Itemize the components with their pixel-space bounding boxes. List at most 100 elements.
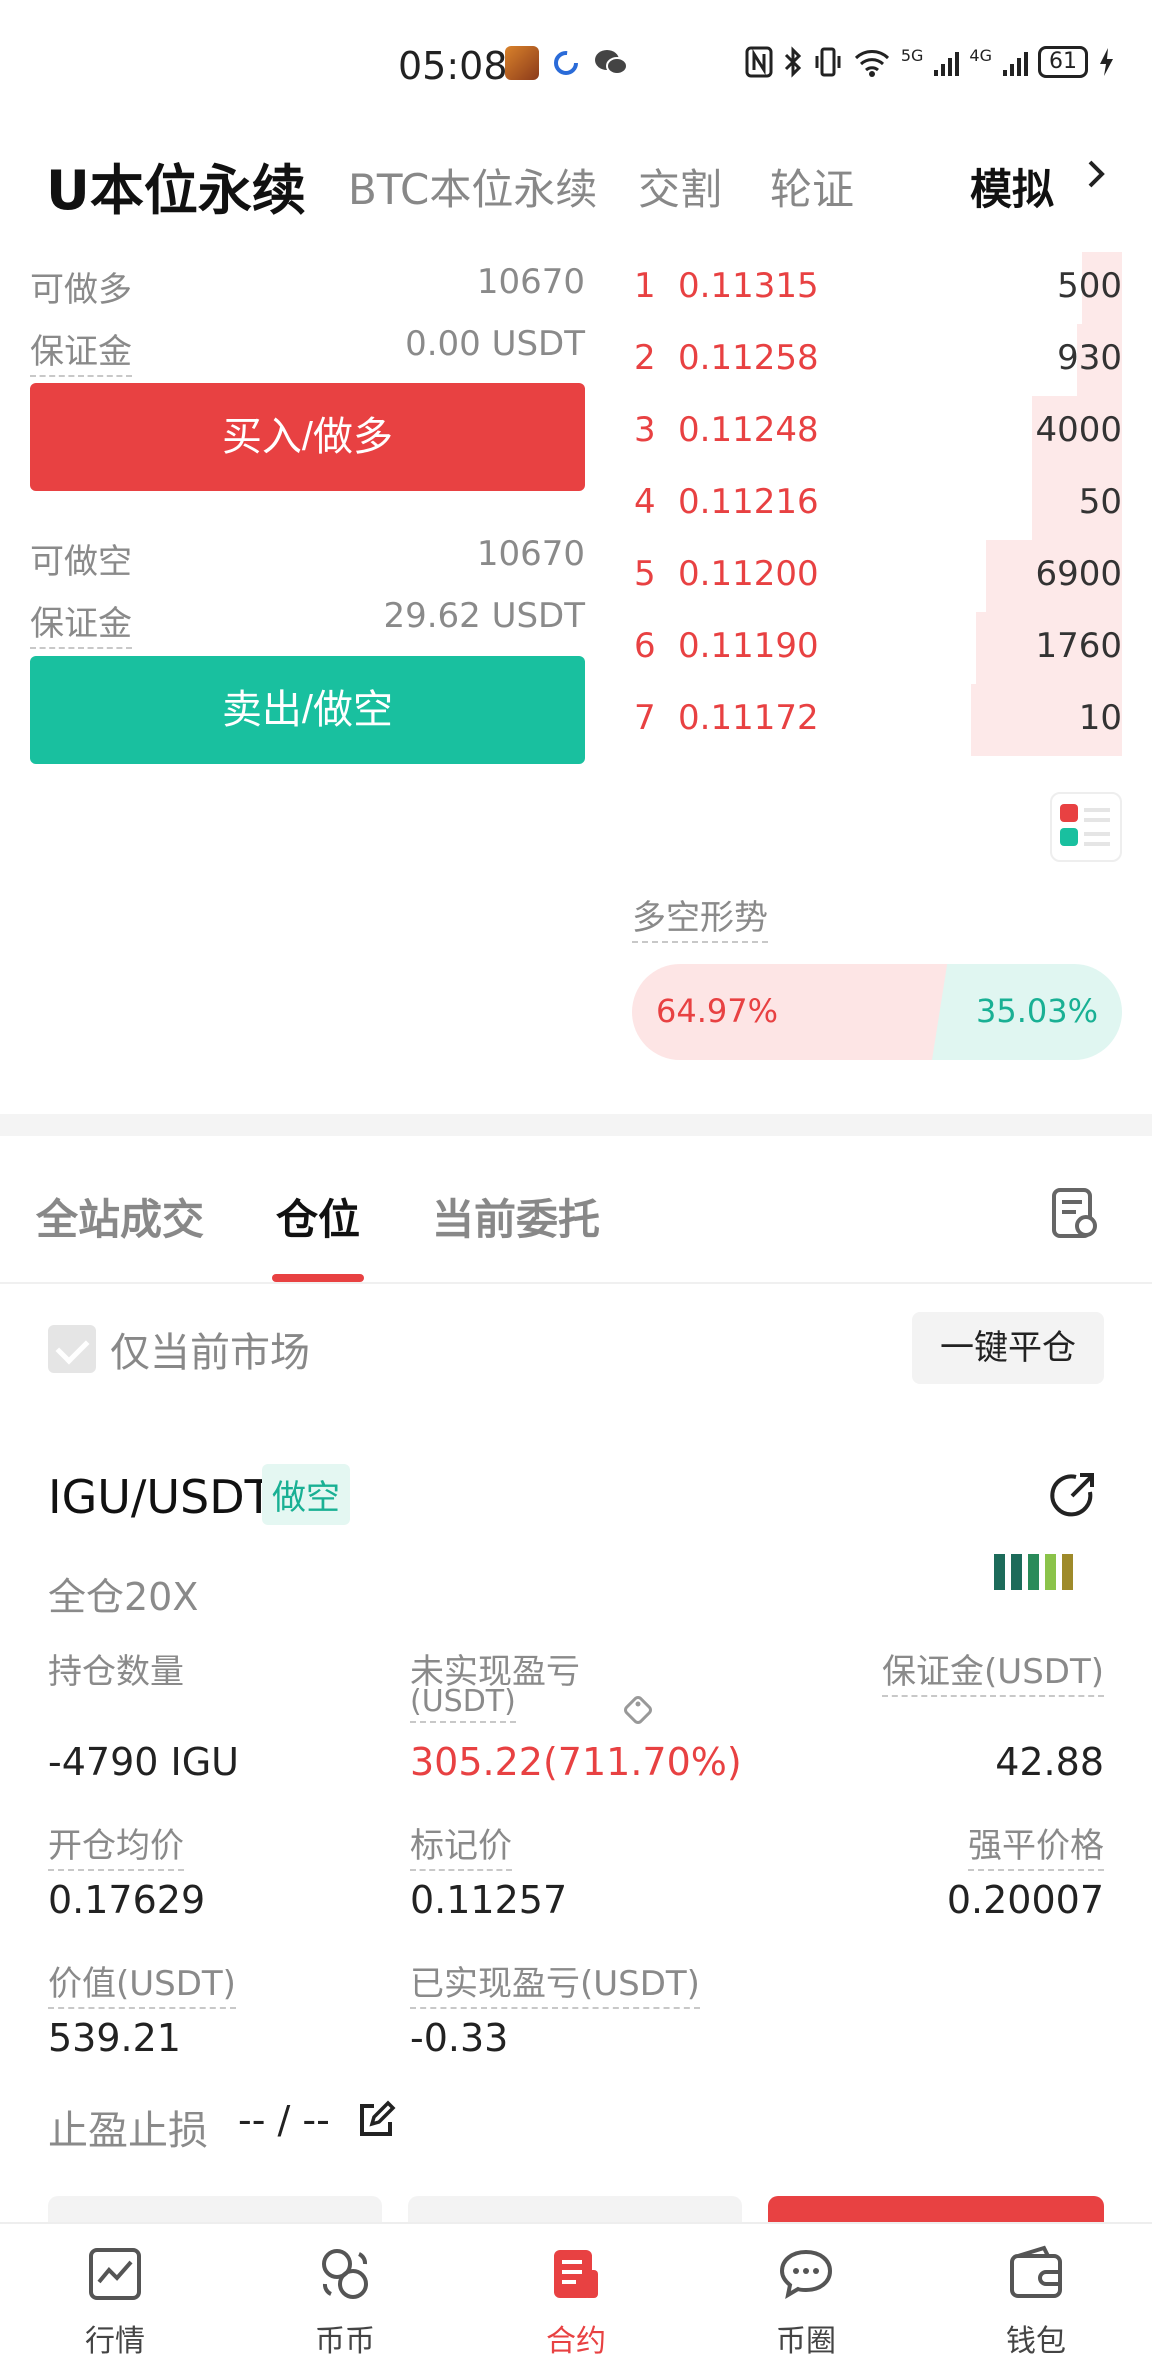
mark-price-value: 0.11257 [410, 1878, 568, 1922]
order-book: 1 0.11315 500 2 0.11258 930 3 0.11248 4000 4 0.112… [620, 252, 1122, 756]
order-book-price: 0.11258 [678, 338, 819, 378]
close-all-button[interactable]: 一键平仓 [912, 1312, 1104, 1384]
battery-level: 61 [1038, 46, 1088, 78]
liquidation-price-value: 0.20007 [946, 1878, 1104, 1922]
position-value-label[interactable]: 价值(USDT) [48, 1956, 236, 2009]
short-available-label: 可做空 [30, 542, 132, 582]
long-margin-value: 0.00 USDT [405, 324, 585, 364]
order-book-quantity: 930 [1057, 338, 1122, 378]
network-4g-label: 4G [969, 46, 992, 65]
liquidation-price-label[interactable]: 强平价格 [968, 1818, 1104, 1871]
order-book-price: 0.11315 [678, 266, 819, 306]
order-book-row[interactable]: 3 0.11248 4000 [620, 396, 1122, 468]
sell-short-button[interactable]: 卖出/做空 [30, 656, 585, 764]
order-book-price: 0.11190 [678, 626, 819, 666]
mark-price-label[interactable]: 标记价 [410, 1818, 512, 1871]
order-book-price: 0.11172 [678, 698, 819, 738]
short-available-value: 10670 [476, 534, 585, 574]
adl-bar [1011, 1554, 1022, 1590]
tab-delivery[interactable]: 交割 [638, 156, 722, 217]
order-book-quantity: 50 [1078, 482, 1122, 522]
coins-icon [322, 2249, 368, 2299]
order-book-quantity: 500 [1057, 266, 1122, 306]
chevron-right-icon[interactable] [1076, 154, 1116, 194]
tab-all-trades[interactable]: 全站成交 [36, 1186, 204, 1247]
short-margin-label[interactable]: 保证金 [30, 596, 132, 649]
long-short-ratio-bar: 64.97% 35.03% [632, 964, 1122, 1060]
unrealized-pnl-unit[interactable]: (USDT) [410, 1684, 516, 1723]
margin-mode-leverage: 全仓20X [48, 1575, 199, 1619]
margin-usdt-value: 42.88 [995, 1740, 1104, 1784]
long-short-sentiment-title[interactable]: 多空形势 [632, 890, 768, 943]
position-pair: IGU/USDT [48, 1470, 273, 1524]
adl-bar [1045, 1554, 1056, 1590]
order-book-quantity: 10 [1078, 698, 1122, 738]
order-book-index: 5 [634, 554, 656, 594]
order-book-index: 4 [634, 482, 656, 522]
order-book-price: 0.11248 [678, 410, 819, 450]
tab-warrant[interactable]: 轮证 [770, 156, 854, 217]
position-side-badge: 做空 [262, 1464, 350, 1525]
order-book-row[interactable]: 2 0.11258 930 [620, 324, 1122, 396]
current-market-checkbox[interactable] [48, 1325, 96, 1373]
nav-community[interactable]: 币圈 [741, 2242, 871, 2360]
nav-spot[interactable]: 币币 [280, 2242, 410, 2360]
vibrate-icon [815, 47, 841, 77]
tab-simulation[interactable]: 模拟 [970, 156, 1054, 217]
order-book-quantity: 1760 [1035, 626, 1122, 666]
tp-sl-label: 止盈止损 [48, 2108, 208, 2154]
long-ratio-text: 64.97% [656, 992, 779, 1030]
order-book-price: 0.11200 [678, 554, 819, 594]
status-time: 05:08 [398, 44, 508, 88]
position-value-value: 539.21 [48, 2016, 181, 2060]
adl-bar [1028, 1554, 1039, 1590]
order-history-icon[interactable] [1050, 1186, 1100, 1242]
nav-market-label: 行情 [85, 2324, 145, 2359]
order-book-row[interactable]: 5 0.11200 6900 [620, 540, 1122, 612]
pnl-tag-icon[interactable] [620, 1692, 656, 1728]
nav-market[interactable]: 行情 [50, 2242, 180, 2360]
section-divider [0, 1114, 1152, 1136]
short-ratio-text: 35.03% [975, 992, 1098, 1030]
notification-icons [505, 46, 629, 80]
chart-icon [89, 2248, 141, 2300]
tab-positions[interactable]: 仓位 [276, 1186, 360, 1247]
wechat-icon [595, 50, 628, 75]
nav-wallet[interactable]: 钱包 [971, 2242, 1101, 2360]
order-book-row[interactable]: 1 0.11315 500 [620, 252, 1122, 324]
signal-icon-2 [1003, 52, 1028, 76]
order-book-index: 2 [634, 338, 656, 378]
order-book-row[interactable]: 4 0.11216 50 [620, 468, 1122, 540]
order-book-quantity: 4000 [1035, 410, 1122, 450]
tab-btc-perpetual[interactable]: BTC本位永续 [348, 156, 597, 217]
long-available-label: 可做多 [30, 270, 132, 310]
nav-contract-label: 合约 [546, 2324, 606, 2359]
wallet-icon [1010, 2245, 1062, 2298]
short-margin-value: 29.62 USDT [383, 596, 585, 636]
records-tabs: 全站成交 仓位 当前委托 [0, 1160, 1152, 1284]
tp-sl-value: -- / -- [238, 2098, 330, 2142]
contract-type-tabs: U本位永续 BTC本位永续 交割 轮证 模拟 [0, 140, 1152, 230]
realized-pnl-label[interactable]: 已实现盈亏(USDT) [410, 1956, 700, 2009]
realized-pnl-value: -0.33 [410, 2016, 509, 2060]
current-market-filter[interactable]: 仅当前市场 [48, 1320, 310, 1378]
adl-bar [994, 1554, 1005, 1590]
position-qty-label: 持仓数量 [48, 1652, 184, 1692]
browser-app-icon [554, 51, 578, 75]
share-icon[interactable] [1046, 1470, 1098, 1522]
margin-usdt-label[interactable]: 保证金(USDT) [882, 1644, 1104, 1697]
system-status-icons: 5G 4G 61 [745, 46, 1114, 78]
order-book-index: 6 [634, 626, 656, 666]
buy-long-button[interactable]: 买入/做多 [30, 383, 585, 491]
order-book-row[interactable]: 7 0.11172 10 [620, 684, 1122, 756]
order-book-row[interactable]: 6 0.11190 1760 [620, 612, 1122, 684]
long-margin-label[interactable]: 保证金 [30, 324, 132, 377]
nav-contract[interactable]: 合约 [511, 2242, 641, 2360]
tab-usdt-perpetual[interactable]: U本位永续 [46, 146, 306, 225]
active-tab-indicator [272, 1274, 364, 1282]
edit-icon[interactable] [356, 2100, 396, 2140]
order-book-layout-toggle[interactable] [1050, 792, 1122, 862]
current-market-label: 仅当前市场 [110, 1330, 310, 1376]
entry-price-label[interactable]: 开仓均价 [48, 1818, 184, 1871]
tab-open-orders[interactable]: 当前委托 [432, 1186, 600, 1247]
